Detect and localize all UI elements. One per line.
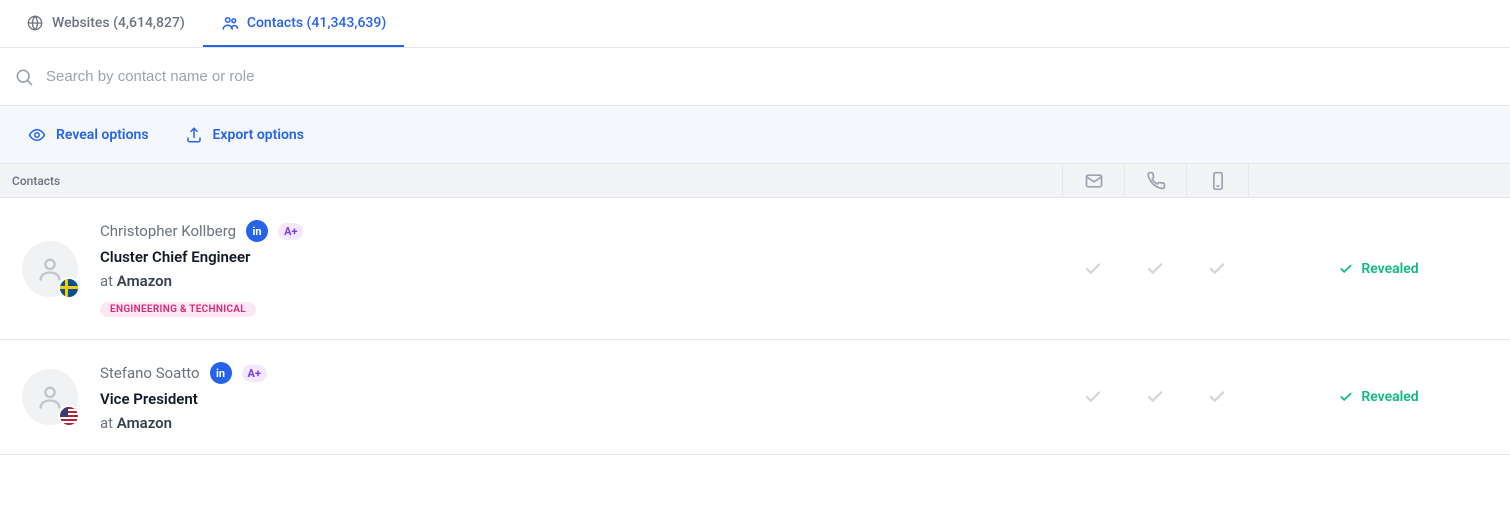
check-icon xyxy=(1084,388,1102,406)
contacts-icon xyxy=(221,14,239,32)
contact-company-line: at Amazon xyxy=(100,272,1062,290)
export-icon xyxy=(185,126,203,144)
row-checks xyxy=(1062,260,1248,278)
check-icon xyxy=(1208,260,1226,278)
flag-badge xyxy=(58,405,80,427)
globe-icon xyxy=(26,14,44,32)
status-cell[interactable]: Revealed xyxy=(1248,389,1510,405)
col-header-email[interactable] xyxy=(1062,164,1124,197)
phone-icon xyxy=(1146,171,1166,191)
linkedin-icon[interactable]: in xyxy=(210,362,232,384)
contact-main: Christopher Kollberg in A+ Cluster Chief… xyxy=(100,220,1062,317)
row-check-mobile[interactable] xyxy=(1186,260,1248,278)
at-prefix: at xyxy=(100,272,117,290)
search-bar xyxy=(0,48,1510,106)
check-icon xyxy=(1146,260,1164,278)
search-icon xyxy=(14,67,34,87)
flag-badge xyxy=(58,277,80,299)
check-icon xyxy=(1084,260,1102,278)
row-check-mobile[interactable] xyxy=(1186,388,1248,406)
tab-websites-label: Websites (4,614,827) xyxy=(52,15,185,31)
linkedin-icon[interactable]: in xyxy=(246,220,268,242)
status-label: Revealed xyxy=(1361,389,1418,405)
contact-main: Stefano Soatto in A+ Vice President at A… xyxy=(100,362,1062,432)
table-row: Christopher Kollberg in A+ Cluster Chief… xyxy=(0,198,1510,340)
search-input[interactable] xyxy=(46,68,1496,85)
col-header-phone[interactable] xyxy=(1124,164,1186,197)
company-name[interactable]: Amazon xyxy=(117,414,172,432)
contact-company-line: at Amazon xyxy=(100,414,1062,432)
row-checks xyxy=(1062,388,1248,406)
avatar-wrap xyxy=(0,369,100,425)
mobile-icon xyxy=(1208,171,1228,191)
contact-name[interactable]: Stefano Soatto xyxy=(100,364,200,382)
table-header-contacts: Contacts xyxy=(0,174,1062,188)
table-row: Stefano Soatto in A+ Vice President at A… xyxy=(0,340,1510,455)
status-label: Revealed xyxy=(1361,261,1418,277)
contact-name[interactable]: Christopher Kollberg xyxy=(100,222,236,240)
category-tag[interactable]: ENGINEERING & TECHNICAL xyxy=(100,302,256,317)
row-check-email[interactable] xyxy=(1062,260,1124,278)
tab-contacts-label: Contacts (41,343,639) xyxy=(247,15,386,31)
tab-contacts[interactable]: Contacts (41,343,639) xyxy=(203,0,404,47)
reveal-options-button[interactable]: Reveal options xyxy=(28,126,149,144)
col-header-status xyxy=(1248,164,1510,197)
company-name[interactable]: Amazon xyxy=(117,272,172,290)
col-header-mobile[interactable] xyxy=(1186,164,1248,197)
options-bar: Reveal options Export options xyxy=(0,106,1510,164)
grade-badge: A+ xyxy=(278,223,303,240)
table-body: Christopher Kollberg in A+ Cluster Chief… xyxy=(0,198,1510,455)
row-check-phone[interactable] xyxy=(1124,388,1186,406)
contact-title: Cluster Chief Engineer xyxy=(100,248,1062,266)
check-icon xyxy=(1146,388,1164,406)
check-icon xyxy=(1339,262,1353,276)
mail-icon xyxy=(1084,171,1104,191)
export-options-label: Export options xyxy=(213,127,304,143)
avatar-wrap xyxy=(0,241,100,297)
export-options-button[interactable]: Export options xyxy=(185,126,304,144)
tabs-bar: Websites (4,614,827) Contacts (41,343,63… xyxy=(0,0,1510,48)
tab-websites[interactable]: Websites (4,614,827) xyxy=(8,0,203,47)
check-icon xyxy=(1208,388,1226,406)
grade-badge: A+ xyxy=(242,365,267,382)
flag-icon xyxy=(60,407,78,425)
row-check-email[interactable] xyxy=(1062,388,1124,406)
reveal-options-label: Reveal options xyxy=(56,127,149,143)
check-icon xyxy=(1339,390,1353,404)
table-header: Contacts xyxy=(0,164,1510,198)
status-cell[interactable]: Revealed xyxy=(1248,261,1510,277)
flag-icon xyxy=(60,279,78,297)
row-check-phone[interactable] xyxy=(1124,260,1186,278)
eye-icon xyxy=(28,126,46,144)
contact-title: Vice President xyxy=(100,390,1062,408)
at-prefix: at xyxy=(100,414,117,432)
